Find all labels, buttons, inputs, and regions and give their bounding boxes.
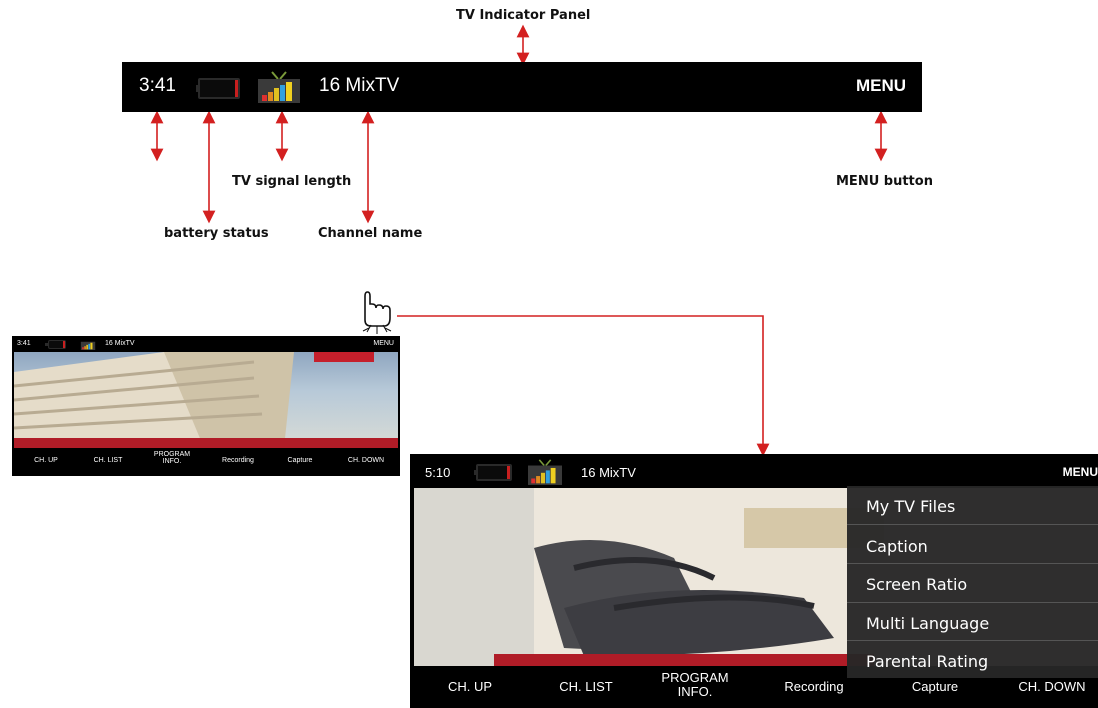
label-menu-button: MENU button [836, 174, 933, 189]
large-channel-name: 16 MixTV [581, 465, 636, 480]
large-ch-up-button[interactable]: CH. UP [440, 679, 500, 694]
large-tv-signal-icon [528, 459, 562, 485]
small-control-bar: CH. UP CH. LIST PROGRAM INFO. Recording … [12, 448, 400, 476]
large-program-info-button[interactable]: PROGRAM INFO. [656, 671, 734, 699]
large-capture-button[interactable]: Capture [890, 679, 980, 694]
small-program-info-button[interactable]: PROGRAM INFO. [146, 451, 198, 465]
menu-item-screen-ratio[interactable]: Screen Ratio [866, 575, 1086, 594]
large-tv-screen: 5:10 16 MixTV MENU CH. UP CH. LIST PROGR… [410, 454, 1098, 708]
panel-channel-name: 16 MixTV [319, 75, 400, 96]
menu-item-parental-rating[interactable]: Parental Rating [866, 652, 1086, 671]
small-status-bar: 3:41 16 MixTV MENU [12, 336, 400, 352]
menu-popup: My TV Files Caption Screen Ratio Multi L… [847, 486, 1098, 678]
small-tv-screen: 3:41 16 MixTV MENU CH. UP CH. LIST PROGR… [12, 336, 400, 476]
menu-item-my-tv-files[interactable]: My TV Files [866, 497, 1086, 516]
menu-item-multi-language[interactable]: Multi Language [866, 614, 1086, 633]
label-channel-name: Channel name [318, 226, 423, 241]
small-video-area [14, 352, 398, 448]
large-status-bar: 5:10 16 MixTV MENU [410, 454, 1098, 488]
small-channel-name: 16 MixTV [105, 340, 135, 347]
small-time: 3:41 [17, 340, 31, 347]
panel-menu-button[interactable]: MENU [856, 76, 906, 96]
small-ch-list-button[interactable]: CH. LIST [86, 457, 130, 464]
panel-time: 3:41 [139, 75, 176, 96]
small-recording-button[interactable]: Recording [214, 457, 262, 464]
tv-indicator-panel: 3:41 16 MixTV MENU [122, 62, 922, 112]
large-ch-list-button[interactable]: CH. LIST [548, 679, 624, 694]
label-tv-indicator-panel: TV Indicator Panel [456, 8, 591, 23]
pointing-hand-icon [364, 291, 391, 327]
small-tv-signal-icon [80, 341, 96, 350]
large-recording-button[interactable]: Recording [766, 679, 862, 694]
large-time: 5:10 [425, 465, 451, 480]
battery-icon [196, 78, 240, 99]
small-ch-up-button[interactable]: CH. UP [26, 457, 66, 464]
label-tv-signal-length: TV signal length [232, 174, 352, 189]
tv-signal-icon [258, 71, 300, 103]
small-menu-button[interactable]: MENU [373, 340, 394, 347]
large-ch-down-button[interactable]: CH. DOWN [1006, 679, 1098, 694]
large-battery-icon [474, 464, 512, 481]
small-ch-down-button[interactable]: CH. DOWN [338, 457, 394, 464]
small-capture-button[interactable]: Capture [278, 457, 322, 464]
connector-line [397, 315, 770, 457]
small-battery-icon [45, 340, 66, 349]
menu-item-caption[interactable]: Caption [866, 537, 1086, 556]
large-menu-button[interactable]: MENU [1063, 465, 1098, 479]
label-battery-status: battery status [164, 226, 269, 241]
